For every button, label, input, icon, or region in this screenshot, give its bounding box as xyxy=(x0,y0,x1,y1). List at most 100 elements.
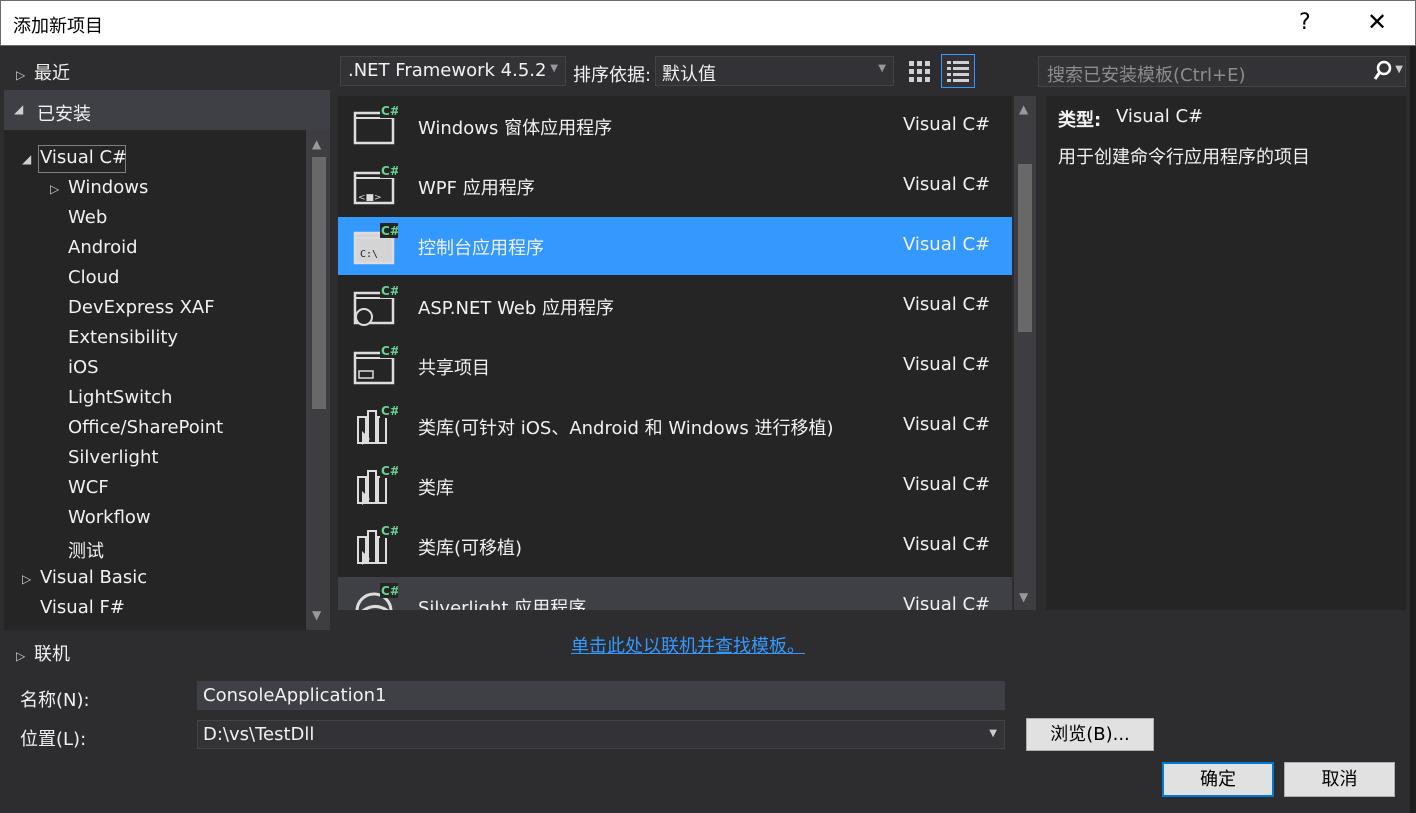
windows-forms-icon: C# xyxy=(352,103,400,149)
grid-view-button[interactable] xyxy=(905,56,935,86)
tree-scroll-thumb[interactable] xyxy=(312,157,326,409)
svg-text:C#: C# xyxy=(381,224,398,238)
template-language: Visual C# xyxy=(903,594,991,610)
wpf-icon: <■> C# xyxy=(352,163,400,209)
tree-item-label: 测试 xyxy=(68,541,104,562)
scroll-down-icon[interactable]: ▼ xyxy=(1019,590,1028,604)
scroll-down-icon[interactable]: ▼ xyxy=(312,608,321,622)
tree-item[interactable]: LightSwitch xyxy=(50,387,172,408)
search-icon[interactable] xyxy=(1373,60,1393,87)
tree-item[interactable]: Silverlight xyxy=(50,447,158,468)
tree-item-label: Visual F# xyxy=(40,597,125,618)
browse-button[interactable]: 浏览(B)... xyxy=(1026,718,1154,751)
template-item[interactable]: C# Windows 窗体应用程序 Visual C# xyxy=(338,97,1012,155)
tree-item[interactable]: Web xyxy=(50,207,107,228)
location-label: 位置(L): xyxy=(20,729,87,750)
template-language: Visual C# xyxy=(903,474,991,495)
tree-item[interactable]: WCF xyxy=(50,477,109,498)
location-field[interactable]: D:\vs\TestDll ▼ xyxy=(197,720,1005,749)
svg-text:C#: C# xyxy=(381,284,398,298)
type-label: 类型: xyxy=(1058,110,1102,131)
window-frame-edge xyxy=(1410,46,1416,813)
svg-text:C:\: C:\ xyxy=(360,249,378,260)
tree-item[interactable]: Workflow xyxy=(50,507,151,528)
tree-item-label: Silverlight xyxy=(68,447,159,468)
tree-item-label: Visual C# xyxy=(40,147,128,168)
svg-text:C#: C# xyxy=(381,404,398,418)
template-item[interactable]: C# 类库 Visual C# xyxy=(338,457,1012,515)
tree-item[interactable]: Visual F# xyxy=(22,597,125,618)
svg-text:C#: C# xyxy=(381,344,398,358)
template-item[interactable]: C# ASP.NET Web 应用程序 Visual C# xyxy=(338,277,1012,335)
sort-value: 默认值 xyxy=(662,64,716,85)
template-name: 类库 xyxy=(418,478,454,499)
tree-item[interactable]: iOS xyxy=(50,357,99,378)
nav-recent[interactable]: ▷ 最近 xyxy=(16,59,70,85)
template-item[interactable]: C:\ C# 控制台应用程序 Visual C# xyxy=(338,217,1012,275)
online-templates-link[interactable]: 单击此处以联机并查找模板。 xyxy=(571,632,805,658)
svg-text:C#: C# xyxy=(381,464,398,478)
name-field[interactable]: ConsoleApplication1 xyxy=(197,681,1005,710)
scroll-up-icon[interactable]: ▲ xyxy=(312,137,321,151)
framework-select[interactable]: .NET Framework 4.5.2 ▼ xyxy=(340,56,566,86)
scroll-up-icon[interactable]: ▲ xyxy=(1019,102,1028,116)
svg-text:C#: C# xyxy=(381,104,398,118)
sort-label: 排序依据: xyxy=(573,65,652,86)
collapse-arrow-icon[interactable]: ◢ xyxy=(22,152,40,166)
tree-item[interactable]: Office/SharePoint xyxy=(50,417,223,438)
tree-item-label: Office/SharePoint xyxy=(68,417,224,438)
tree-item[interactable]: Android xyxy=(50,237,138,258)
cancel-button[interactable]: 取消 xyxy=(1284,762,1395,797)
silverlight-icon: C# xyxy=(352,583,400,610)
expand-arrow-icon[interactable]: ▷ xyxy=(22,572,40,586)
list-view-button[interactable] xyxy=(941,54,975,88)
tree-item[interactable]: Cloud xyxy=(50,267,119,288)
list-view-icon xyxy=(947,61,969,82)
close-button[interactable]: ✕ xyxy=(1367,8,1387,36)
template-item[interactable]: <■> C# WPF 应用程序 Visual C# xyxy=(338,157,1012,215)
expand-arrow-icon[interactable]: ▷ xyxy=(50,182,68,196)
template-description: 用于创建命令行应用程序的项目 xyxy=(1058,147,1310,168)
template-list: C# Windows 窗体应用程序 Visual C# <■> C# WPF 应用程序 Vi… xyxy=(338,96,1012,610)
template-scroll-thumb[interactable] xyxy=(1018,164,1032,332)
template-item[interactable]: C# 共享项目 Visual C# xyxy=(338,337,1012,395)
chevron-down-icon: ▼ xyxy=(878,63,886,74)
tree-item[interactable]: ▷ Windows xyxy=(50,177,148,198)
ok-button[interactable]: 确定 xyxy=(1162,762,1274,797)
template-name: 类库(可针对 iOS、Android 和 Windows 进行移植) xyxy=(418,418,834,439)
tree-item-label: Cloud xyxy=(68,267,120,288)
chevron-down-icon: ▼ xyxy=(550,63,558,74)
chevron-down-icon[interactable]: ▼ xyxy=(989,728,997,739)
tree-item-label: Visual Basic xyxy=(40,567,148,588)
tree-item[interactable]: ◢ Visual C# xyxy=(22,147,127,168)
sort-select[interactable]: 默认值 ▼ xyxy=(655,56,894,86)
tree-item-label: WCF xyxy=(68,477,109,498)
tree-item-label: iOS xyxy=(68,357,99,378)
template-item[interactable]: C# 类库(可针对 iOS、Android 和 Windows 进行移植) Visu… xyxy=(338,397,1012,455)
type-value: Visual C# xyxy=(1116,106,1204,127)
tree-item[interactable]: Extensibility xyxy=(50,327,178,348)
expand-arrow-icon: ▷ xyxy=(16,68,26,82)
tree-item-label: DevExpress XAF xyxy=(68,297,215,318)
svg-text:C#: C# xyxy=(381,524,398,538)
web-app-icon: C# xyxy=(352,283,400,329)
template-item[interactable]: C# 类库(可移植) Visual C# xyxy=(338,517,1012,575)
help-button[interactable]: ? xyxy=(1299,10,1311,35)
nav-recent-label: 最近 xyxy=(34,63,70,84)
search-input[interactable]: 搜索已安装模板(Ctrl+E) ▼ xyxy=(1038,56,1406,87)
chevron-down-icon[interactable]: ▼ xyxy=(1395,64,1403,75)
template-language: Visual C# xyxy=(903,534,991,555)
tree-item[interactable]: ▷ Visual Basic xyxy=(22,567,147,588)
svg-text:<■>: <■> xyxy=(358,193,382,203)
template-list-scrollbar[interactable]: ▲ ▼ xyxy=(1014,96,1036,610)
template-language: Visual C# xyxy=(903,174,991,195)
template-language: Visual C# xyxy=(903,294,991,315)
template-language: Visual C# xyxy=(903,354,991,375)
template-item[interactable]: C# Silverlight 应用程序 Visual C# xyxy=(338,577,1012,610)
template-language: Visual C# xyxy=(903,114,991,135)
tree-item-label: LightSwitch xyxy=(68,387,173,408)
tree-item[interactable]: DevExpress XAF xyxy=(50,297,215,318)
nav-installed[interactable]: ◢ 已安装 xyxy=(4,90,330,130)
nav-online[interactable]: ▷ 联机 xyxy=(16,640,70,666)
tree-item[interactable]: 测试 xyxy=(50,537,104,563)
